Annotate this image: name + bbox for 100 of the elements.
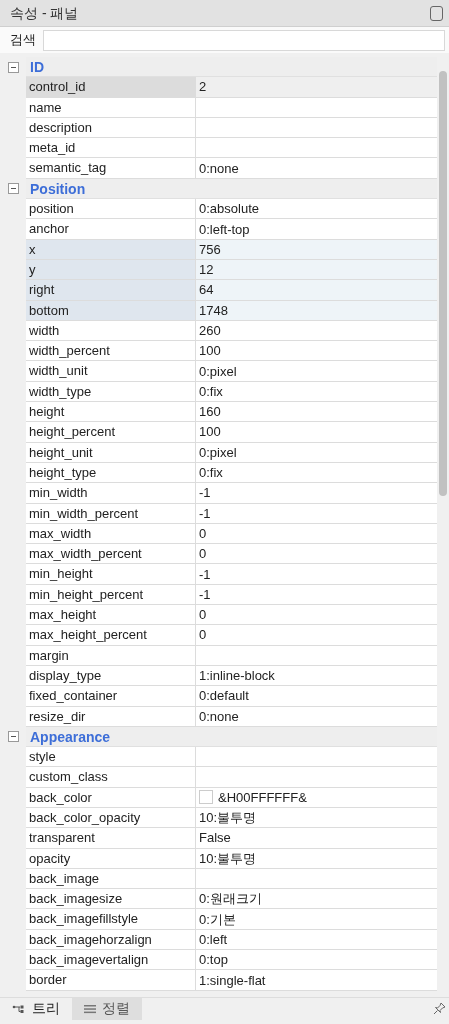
list-icon: [84, 1003, 96, 1014]
search-field[interactable]: [42, 29, 445, 51]
value-cell[interactable]: 12: [196, 259, 437, 281]
value-cell[interactable]: 0:pixel: [196, 361, 437, 382]
property-name[interactable]: max_height: [26, 605, 196, 626]
value-cell[interactable]: 0:원래크기: [196, 889, 437, 910]
property-name[interactable]: min_height_percent: [26, 584, 196, 605]
property-name[interactable]: display_type: [26, 665, 196, 687]
tab[interactable]: 트리: [0, 997, 72, 1020]
property-name[interactable]: min_width: [26, 483, 196, 504]
property-name[interactable]: max_width_percent: [26, 544, 196, 565]
property-name[interactable]: width_type: [26, 381, 196, 403]
value-cell[interactable]: -1: [196, 564, 437, 585]
property-name[interactable]: semantic_tag: [26, 158, 196, 179]
property-name[interactable]: back_imagefillstyle: [26, 909, 196, 930]
collapse-icon[interactable]: [7, 61, 19, 73]
property-name[interactable]: style: [26, 747, 196, 768]
value-cell[interactable]: False: [196, 828, 437, 849]
property-name[interactable]: max_width: [26, 523, 196, 545]
property-name[interactable]: opacity: [26, 848, 196, 869]
value-cell[interactable]: 0: [196, 625, 437, 646]
property-name[interactable]: max_height_percent: [26, 625, 196, 646]
value-cell[interactable]: 1:inline-block: [196, 665, 437, 687]
property-name[interactable]: meta_id: [26, 138, 196, 159]
value-cell[interactable]: 0:left-top: [196, 219, 437, 240]
value-cell[interactable]: 1748: [196, 300, 437, 321]
value-cell[interactable]: 100: [196, 341, 437, 362]
property-value: 64: [199, 281, 214, 300]
value-cell[interactable]: [196, 767, 437, 788]
collapse-icon[interactable]: [7, 731, 19, 743]
property-name[interactable]: name: [26, 97, 196, 118]
value-cell[interactable]: 0:absolute: [196, 199, 437, 220]
value-cell[interactable]: -1: [196, 584, 437, 605]
property-name[interactable]: transparent: [26, 828, 196, 849]
tab[interactable]: 정렬: [72, 997, 142, 1020]
property-name[interactable]: custom_class: [26, 767, 196, 788]
property-name[interactable]: border: [26, 970, 196, 991]
value-cell[interactable]: [196, 747, 437, 768]
property-name[interactable]: min_height: [26, 564, 196, 585]
value-cell[interactable]: -1: [196, 483, 437, 504]
property-name[interactable]: x: [26, 239, 196, 260]
value-cell[interactable]: 0:fix: [196, 462, 437, 484]
property-name[interactable]: description: [26, 117, 196, 139]
value-cell[interactable]: 160: [196, 402, 437, 423]
pin-icon[interactable]: [432, 1002, 446, 1015]
value-cell[interactable]: 0:fix: [196, 381, 437, 403]
value-cell[interactable]: 1:single-flat: [196, 970, 437, 991]
value-cell[interactable]: 0:기본: [196, 909, 437, 930]
value-cell[interactable]: &H00FFFFFF&: [196, 787, 437, 808]
value-cell[interactable]: 0:none: [196, 158, 437, 179]
search-label: 검색: [10, 31, 36, 50]
value-cell[interactable]: [196, 868, 437, 890]
value-cell[interactable]: [196, 645, 437, 666]
property-name[interactable]: min_width_percent: [26, 503, 196, 524]
dock-icon[interactable]: [430, 5, 443, 21]
property-name[interactable]: width: [26, 320, 196, 342]
value-cell[interactable]: 0:none: [196, 706, 437, 727]
property-name[interactable]: fixed_container: [26, 686, 196, 707]
value-cell[interactable]: 0:default: [196, 686, 437, 707]
value-cell[interactable]: [196, 138, 437, 159]
property-name[interactable]: width_percent: [26, 341, 196, 362]
value-cell[interactable]: 10:불투명: [196, 848, 437, 869]
property-name[interactable]: back_imagevertalign: [26, 950, 196, 971]
property-name[interactable]: height_unit: [26, 442, 196, 463]
property-value: 100: [199, 342, 221, 361]
property-name[interactable]: height_percent: [26, 422, 196, 443]
value-cell[interactable]: 100: [196, 422, 437, 443]
value-cell[interactable]: 64: [196, 280, 437, 301]
value-cell[interactable]: 0:left: [196, 929, 437, 951]
property-name[interactable]: y: [26, 259, 196, 281]
value-cell[interactable]: 0: [196, 605, 437, 626]
property-name[interactable]: right: [26, 280, 196, 301]
value-cell[interactable]: [196, 97, 437, 118]
property-name[interactable]: control_id: [26, 77, 196, 98]
property-name[interactable]: back_imagesize: [26, 889, 196, 910]
property-name[interactable]: back_image: [26, 868, 196, 890]
property-name[interactable]: position: [26, 199, 196, 220]
property-name[interactable]: bottom: [26, 300, 196, 321]
property-name[interactable]: height: [26, 402, 196, 423]
property-name[interactable]: margin: [26, 645, 196, 666]
property-value: 1:single-flat: [199, 971, 266, 990]
value-cell[interactable]: 260: [196, 320, 437, 342]
property-name[interactable]: back_imagehorzalign: [26, 929, 196, 951]
property-name[interactable]: resize_dir: [26, 706, 196, 727]
property-name[interactable]: back_color: [26, 787, 196, 808]
value-cell[interactable]: [196, 117, 437, 139]
property-name[interactable]: height_type: [26, 462, 196, 484]
value-cell[interactable]: 0:top: [196, 950, 437, 971]
value-cell[interactable]: 756: [196, 239, 437, 260]
value-cell[interactable]: 10:불투명: [196, 808, 437, 829]
property-name[interactable]: back_color_opacity: [26, 808, 196, 829]
value-cell[interactable]: -1: [196, 503, 437, 524]
value-cell[interactable]: 0: [196, 544, 437, 565]
collapse-icon[interactable]: [7, 183, 19, 195]
property-name[interactable]: anchor: [26, 219, 196, 240]
property-name[interactable]: width_unit: [26, 361, 196, 382]
property-value: 260: [199, 322, 221, 340]
value-cell[interactable]: 0: [196, 523, 437, 545]
scrollbar-thumb[interactable]: [439, 71, 447, 496]
value-cell[interactable]: 0:pixel: [196, 442, 437, 463]
